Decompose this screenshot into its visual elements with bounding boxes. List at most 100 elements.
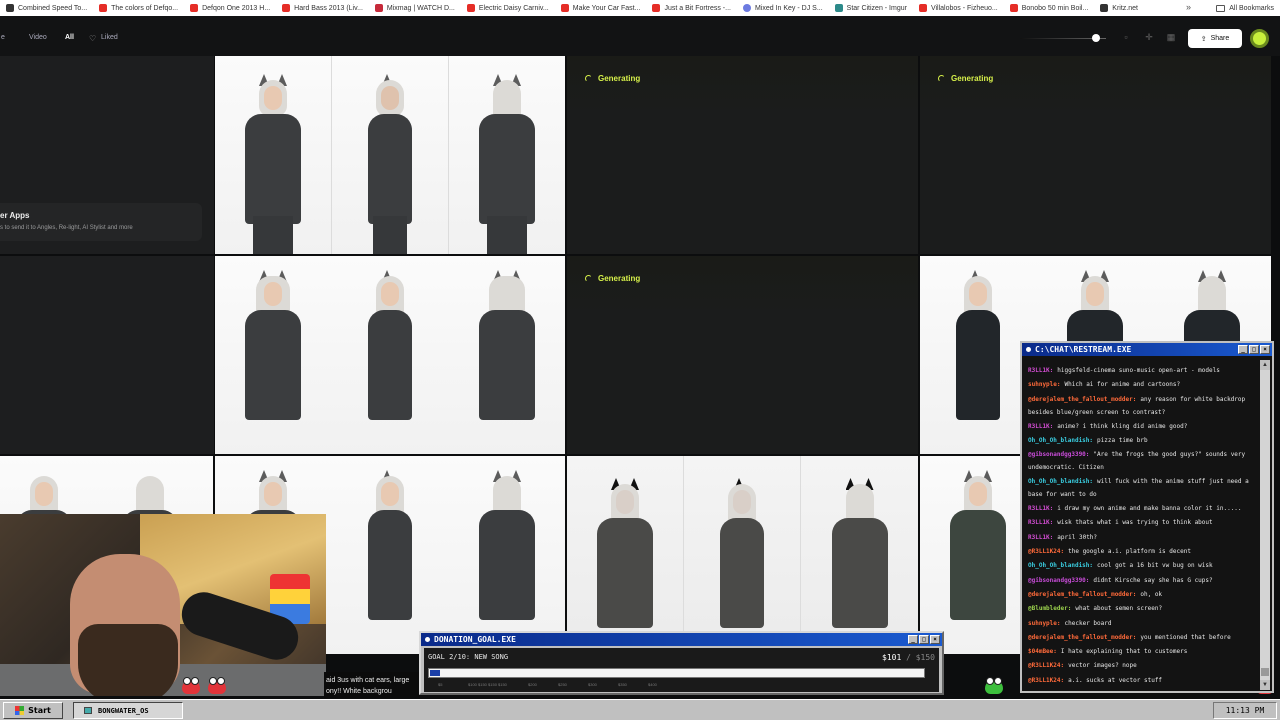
bookmark-item[interactable]: Mixmag | WATCH D... — [369, 0, 461, 16]
taskbar: Start BONGWATER_OS 11:13 PM — [0, 699, 1280, 720]
image-card[interactable] — [215, 256, 565, 454]
generated-image — [215, 56, 332, 254]
bookmark-item[interactable]: Kritz.net — [1094, 0, 1144, 16]
chat-window-titlebar[interactable]: C:\CHAT\RESTREAM.EXE _ □ × — [1022, 343, 1272, 356]
minimize-button[interactable]: _ — [908, 635, 918, 644]
mixmag-icon — [374, 4, 383, 12]
start-button[interactable]: Start — [3, 702, 63, 719]
other-apps-card[interactable]: er Apps s to send it to Angles, Re-light… — [0, 203, 202, 241]
generated-image — [449, 56, 565, 254]
generating-card: Generating — [567, 56, 918, 254]
share-button[interactable]: ⇪ Share — [1188, 29, 1242, 48]
chat-username[interactable]: R3LL1K: — [1028, 534, 1053, 541]
chat-text: checker board — [1064, 619, 1112, 627]
bookmark-item[interactable]: The colors of Defqo... — [93, 0, 184, 16]
chat-text: wisk thats what i was trying to think ab… — [1057, 519, 1213, 527]
chat-username[interactable]: @R3LL1K24: — [1028, 548, 1064, 555]
chat-username[interactable]: @R3LL1K24: — [1028, 662, 1064, 669]
bookmark-item[interactable]: Defqon One 2013 H... — [184, 0, 276, 16]
chat-username[interactable]: Oh_Oh_Oh_blandish: — [1028, 562, 1093, 569]
zoom-slider-handle[interactable] — [1092, 34, 1100, 42]
chat-username[interactable]: @R3LL1K24: — [1028, 677, 1064, 684]
bookmarks-overflow-button[interactable]: » — [1186, 2, 1191, 12]
close-button[interactable]: × — [1260, 345, 1270, 354]
sidebar-panel — [0, 256, 214, 454]
chat-text: you mentioned that before — [1140, 633, 1231, 641]
heart-icon[interactable]: ♡ — [89, 34, 96, 43]
window-icon — [1026, 347, 1031, 352]
chat-text: april 30th? — [1057, 533, 1098, 541]
generating-card: Generating — [920, 56, 1271, 254]
bookmarks-bar: Combined Speed To... The colors of Defqo… — [0, 0, 1280, 16]
scroll-thumb[interactable] — [1261, 668, 1269, 676]
square-view-icon[interactable]: ▫ — [1121, 32, 1131, 42]
bookmark-item[interactable]: Hard Bass 2013 (Liv... — [276, 0, 369, 16]
image-card[interactable] — [215, 56, 565, 254]
avatar[interactable] — [1250, 29, 1269, 48]
chat-username[interactable]: @gibsonandgg3390: — [1028, 577, 1089, 584]
maximize-button[interactable]: □ — [919, 635, 929, 644]
chat-message: @Blumbleder: what about semen screen? — [1028, 602, 1256, 616]
donation-body: GOAL 2/10: NEW SONG $101 / $150 $5 $100 $… — [424, 648, 939, 692]
donation-window[interactable]: DONATION_GOAL.EXE _ □ × GOAL 2/10: NEW S… — [419, 631, 944, 695]
chat-message: Oh_Oh_Oh_blandish: cool got a 16 bit vw b… — [1028, 559, 1256, 573]
share-icon: ⇪ — [1200, 35, 1207, 43]
chat-message: R3LL1K: i draw my own anime and make bann… — [1028, 502, 1256, 516]
close-button[interactable]: × — [930, 635, 940, 644]
donation-tick-label: $250 — [558, 682, 567, 687]
maximize-button[interactable]: □ — [1249, 345, 1259, 354]
chat-username[interactable]: R3LL1K: — [1028, 367, 1053, 374]
bookmark-item[interactable]: Make Your Car Fast... — [555, 0, 647, 16]
tab-all[interactable]: All — [65, 34, 74, 41]
bookmark-item[interactable]: Star Citizen - Imgur — [829, 0, 913, 16]
chat-username[interactable]: @Blumbleder: — [1028, 605, 1071, 612]
chat-text: Which ai for anime and cartoons? — [1064, 381, 1181, 389]
bookmark-item[interactable]: Bonobo 50 min Boil... — [1004, 0, 1095, 16]
chat-username[interactable]: @derejalem_the_fallout_modder: — [1028, 396, 1136, 403]
chat-text: i draw my own anime and make banna color… — [1057, 505, 1242, 513]
donation-window-titlebar[interactable]: DONATION_GOAL.EXE _ □ × — [421, 633, 942, 646]
tab-liked[interactable]: Liked — [101, 34, 118, 41]
chat-username[interactable]: R3LL1K: — [1028, 505, 1053, 512]
bookmark-item[interactable]: Villalobos - Fizheuo... — [913, 0, 1004, 16]
youtube-icon — [282, 4, 291, 12]
bookmark-item[interactable]: Just a Bit Fortress -... — [646, 0, 737, 16]
youtube-icon — [918, 4, 927, 12]
minimize-button[interactable]: _ — [1238, 345, 1248, 354]
chat-username[interactable]: $04mBee: — [1028, 648, 1057, 655]
donation-ticks: $5 $100 $150 $150$150 $200 $250 $300 $350 $400 — [438, 682, 678, 687]
donation-tick-label: $400 — [648, 682, 657, 687]
chat-message: @derejalem_the_fallout_modder: you mentio… — [1028, 631, 1256, 645]
chat-username[interactable]: R3LL1K: — [1028, 423, 1053, 430]
spinner-icon — [938, 75, 945, 82]
bookmark-item[interactable]: Electric Daisy Carniv... — [461, 0, 555, 16]
chat-username[interactable]: suhnyple: — [1028, 381, 1061, 388]
chat-window[interactable]: C:\CHAT\RESTREAM.EXE _ □ × R3LL1K: higgsf… — [1020, 341, 1274, 693]
youtube-icon — [1009, 4, 1018, 12]
chat-username[interactable]: R3LL1K: — [1028, 519, 1053, 526]
chat-message: @R3LL1K24: a.i. sucks at vector stuff — [1028, 674, 1256, 688]
chat-username[interactable]: Oh_Oh_Oh_blandish: — [1028, 437, 1093, 444]
scroll-up-icon[interactable]: ▲ — [1260, 360, 1270, 370]
chat-text: the google a.i. platform is decent — [1068, 548, 1191, 556]
image-card[interactable] — [567, 456, 918, 654]
crosshair-icon[interactable]: ✛ — [1144, 32, 1154, 42]
tab-partial[interactable]: e — [1, 34, 5, 41]
frog-icon — [985, 677, 1003, 694]
bookmark-item[interactable]: Combined Speed To... — [0, 0, 93, 16]
chat-username[interactable]: Oh_Oh_Oh_blandish: — [1028, 478, 1093, 485]
tab-video[interactable]: Video — [29, 34, 47, 41]
generating-status: Generating — [585, 274, 640, 283]
bookmark-item[interactable]: Mixed In Key - DJ S... — [737, 0, 829, 16]
chat-username[interactable]: @derejalem_the_fallout_modder: — [1028, 634, 1136, 641]
all-bookmarks-button[interactable]: All Bookmarks — [1216, 0, 1274, 16]
taskbar-item-bongwater[interactable]: BONGWATER_OS — [73, 702, 183, 719]
scroll-down-icon[interactable]: ▼ — [1260, 680, 1270, 690]
chat-scrollbar[interactable]: ▲ ▼ — [1260, 360, 1270, 690]
chat-username[interactable]: @derejalem_the_fallout_modder: — [1028, 591, 1136, 598]
chat-username[interactable]: suhnyple: — [1028, 620, 1061, 627]
frog-icon — [208, 677, 226, 694]
grid-view-icon[interactable]: ▦ — [1166, 32, 1176, 42]
spinner-icon — [585, 275, 592, 282]
chat-username[interactable]: @gibsonandgg3390: — [1028, 451, 1089, 458]
